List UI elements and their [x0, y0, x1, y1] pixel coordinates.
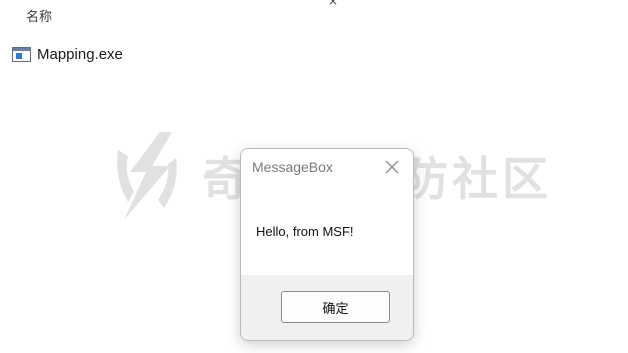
file-name: Mapping.exe	[37, 46, 123, 63]
dialog-message: Hello, from MSF!	[256, 224, 354, 239]
message-box-dialog: MessageBox Hello, from MSF! 确定	[240, 148, 414, 341]
exe-window-icon	[12, 47, 31, 62]
dialog-body: Hello, from MSF!	[241, 185, 413, 275]
lightning-shield-logo	[117, 132, 177, 220]
close-icon	[385, 160, 399, 174]
dialog-titlebar[interactable]: MessageBox	[241, 149, 413, 185]
dialog-title: MessageBox	[252, 159, 333, 175]
dialog-footer: 确定	[241, 275, 413, 340]
file-item[interactable]: Mapping.exe	[12, 46, 123, 63]
ok-button[interactable]: 确定	[281, 291, 390, 323]
dialog-close-button[interactable]	[379, 155, 405, 179]
column-header-name[interactable]: 名称	[26, 6, 52, 25]
close-icon[interactable]: ×	[328, 0, 338, 8]
